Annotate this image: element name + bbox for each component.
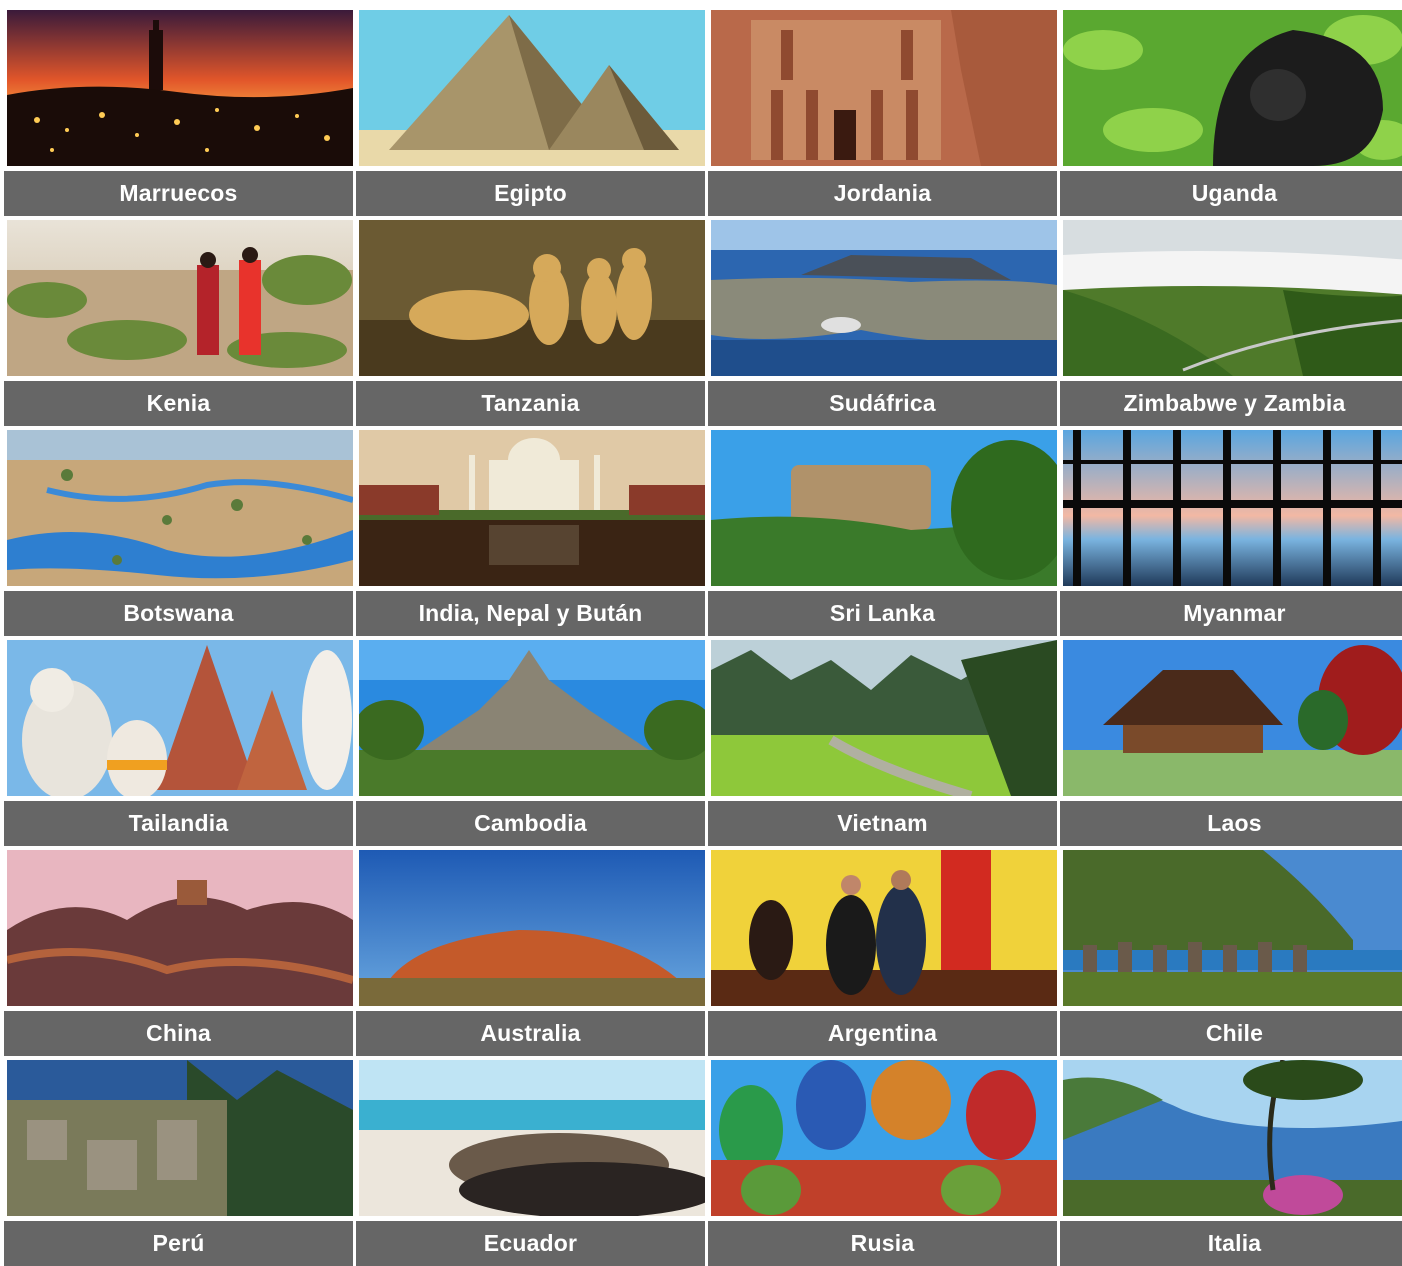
destination-label[interactable]: Myanmar xyxy=(1060,591,1402,636)
destination-tile-myanmar[interactable]: Myanmar xyxy=(1060,430,1402,636)
destination-tile-peru[interactable]: Perú xyxy=(4,1060,353,1266)
destination-tile-cambodia[interactable]: Cambodia xyxy=(356,640,705,846)
destination-label[interactable]: Zimbabwe y Zambia xyxy=(1060,381,1402,426)
destination-tile-sudafrica[interactable]: Sudáfrica xyxy=(708,220,1057,426)
destination-label[interactable]: Marruecos xyxy=(4,171,353,216)
destination-image-marruecos[interactable] xyxy=(7,10,353,166)
destination-tile-chile[interactable]: Chile xyxy=(1060,850,1402,1056)
destination-image-cambodia[interactable] xyxy=(359,640,705,796)
destination-label[interactable]: Egipto xyxy=(356,171,705,216)
destination-image-china[interactable] xyxy=(7,850,353,1006)
destination-image-myanmar[interactable] xyxy=(1063,430,1402,586)
destination-image-sudafrica[interactable] xyxy=(711,220,1057,376)
destination-tile-india[interactable]: India, Nepal y Bután xyxy=(356,430,705,636)
destination-image-peru[interactable] xyxy=(7,1060,353,1216)
destination-image-laos[interactable] xyxy=(1063,640,1402,796)
destination-tile-italia[interactable]: Italia xyxy=(1060,1060,1402,1266)
destination-image-tailandia[interactable] xyxy=(7,640,353,796)
destination-tile-tailandia[interactable]: Tailandia xyxy=(4,640,353,846)
destination-tile-botswana[interactable]: Botswana xyxy=(4,430,353,636)
destination-tile-uganda[interactable]: Uganda xyxy=(1060,10,1402,216)
destination-label[interactable]: China xyxy=(4,1011,353,1056)
destination-label[interactable]: Cambodia xyxy=(356,801,705,846)
destination-image-argentina[interactable] xyxy=(711,850,1057,1006)
destination-label[interactable]: Rusia xyxy=(708,1221,1057,1266)
destination-tile-egipto[interactable]: Egipto xyxy=(356,10,705,216)
destination-tile-srilanka[interactable]: Sri Lanka xyxy=(708,430,1057,636)
destination-label[interactable]: Chile xyxy=(1060,1011,1402,1056)
destination-image-italia[interactable] xyxy=(1063,1060,1402,1216)
destination-image-ecuador[interactable] xyxy=(359,1060,705,1216)
destination-image-rusia[interactable] xyxy=(711,1060,1057,1216)
destination-label[interactable]: Tailandia xyxy=(4,801,353,846)
destination-tile-jordania[interactable]: Jordania xyxy=(708,10,1057,216)
destination-label[interactable]: Jordania xyxy=(708,171,1057,216)
destination-image-kenia[interactable] xyxy=(7,220,353,376)
destination-image-tanzania[interactable] xyxy=(359,220,705,376)
destination-image-egipto[interactable] xyxy=(359,10,705,166)
destination-label[interactable]: Sri Lanka xyxy=(708,591,1057,636)
destination-label[interactable]: Argentina xyxy=(708,1011,1057,1056)
destination-image-jordania[interactable] xyxy=(711,10,1057,166)
destination-image-zimbabwe[interactable] xyxy=(1063,220,1402,376)
destination-tile-china[interactable]: China xyxy=(4,850,353,1056)
destination-image-chile[interactable] xyxy=(1063,850,1402,1006)
destination-image-australia[interactable] xyxy=(359,850,705,1006)
destination-image-botswana[interactable] xyxy=(7,430,353,586)
destination-tile-kenia[interactable]: Kenia xyxy=(4,220,353,426)
destination-label[interactable]: Italia xyxy=(1060,1221,1402,1266)
destination-tile-argentina[interactable]: Argentina xyxy=(708,850,1057,1056)
destination-label[interactable]: India, Nepal y Bután xyxy=(356,591,705,636)
destination-tile-australia[interactable]: Australia xyxy=(356,850,705,1056)
destination-tile-ecuador[interactable]: Ecuador xyxy=(356,1060,705,1266)
destination-tile-vietnam[interactable]: Vietnam xyxy=(708,640,1057,846)
destination-label[interactable]: Tanzania xyxy=(356,381,705,426)
destination-image-india[interactable] xyxy=(359,430,705,586)
destination-image-srilanka[interactable] xyxy=(711,430,1057,586)
destination-image-uganda[interactable] xyxy=(1063,10,1402,166)
destination-image-vietnam[interactable] xyxy=(711,640,1057,796)
destination-label[interactable]: Ecuador xyxy=(356,1221,705,1266)
destination-label[interactable]: Perú xyxy=(4,1221,353,1266)
destination-tile-tanzania[interactable]: Tanzania xyxy=(356,220,705,426)
destination-label[interactable]: Uganda xyxy=(1060,171,1402,216)
destination-label[interactable]: Vietnam xyxy=(708,801,1057,846)
destination-tile-laos[interactable]: Laos xyxy=(1060,640,1402,846)
destination-label[interactable]: Laos xyxy=(1060,801,1402,846)
destination-label[interactable]: Sudáfrica xyxy=(708,381,1057,426)
destination-tile-rusia[interactable]: Rusia xyxy=(708,1060,1057,1266)
destination-label[interactable]: Australia xyxy=(356,1011,705,1056)
destination-tile-marruecos[interactable]: Marruecos xyxy=(4,10,353,216)
destination-label[interactable]: Kenia xyxy=(4,381,353,426)
destination-label[interactable]: Botswana xyxy=(4,591,353,636)
destination-tile-zimbabwe[interactable]: Zimbabwe y Zambia xyxy=(1060,220,1402,426)
